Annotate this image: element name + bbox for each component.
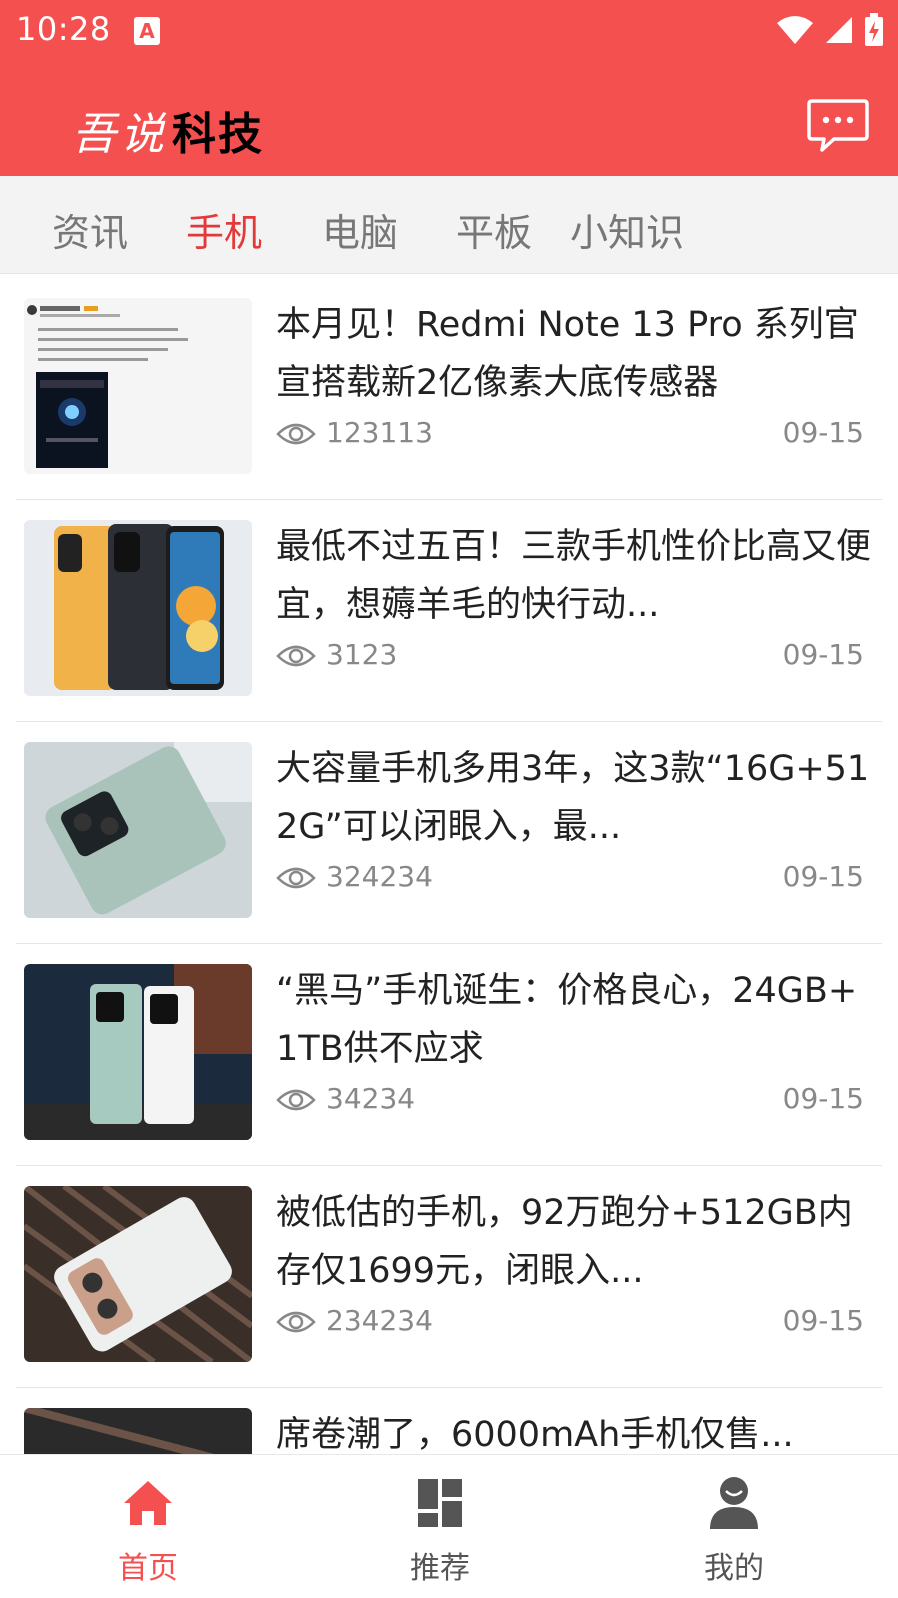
article-title: 大容量手机多用3年，这3款“16G+512G”可以闭眼入，最... xyxy=(276,749,870,847)
user-icon xyxy=(710,1477,758,1529)
signal-icon xyxy=(826,17,852,43)
article-title: 最低不过五百！三款手机性价比高又便宜，想薅羊毛的快行动... xyxy=(276,527,872,625)
brand-name-part2: 科技 xyxy=(172,109,264,160)
view-count: 234234 xyxy=(326,1304,433,1337)
article-item[interactable]: “黑马”手机诞生：价格良心，24GB+1TB供不应求 34234 09-15 xyxy=(16,940,882,1166)
article-item[interactable]: 最低不过五百！三款手机性价比高又便宜，想薅羊毛的快行动... 3123 09-1… xyxy=(16,496,882,722)
bottom-navigation: 首页 推荐 我的 xyxy=(0,1454,898,1598)
article-meta: 3123 09-15 xyxy=(276,638,876,678)
article-title: 被低估的手机，92万跑分+512GB内存仅1699元，闭眼入... xyxy=(276,1193,853,1291)
nav-recommend-label: 推荐 xyxy=(410,1551,470,1586)
nav-home-label: 首页 xyxy=(118,1551,178,1586)
article-item[interactable]: 本月见！Redmi Note 13 Pro 系列官宣搭载新2亿像素大底传感器 1… xyxy=(16,274,882,500)
article-date: 09-15 xyxy=(782,860,864,893)
status-bar: 10:28 A xyxy=(0,0,898,62)
article-meta: 234234 09-15 xyxy=(276,1304,876,1344)
view-count: 324234 xyxy=(326,860,433,893)
article-item[interactable]: 大容量手机多用3年，这3款“16G+512G”可以闭眼入，最... 324234… xyxy=(16,718,882,944)
article-list: 本月见！Redmi Note 13 Pro 系列官宣搭载新2亿像素大底传感器 1… xyxy=(0,274,898,1454)
tab-news[interactable]: 资讯 xyxy=(52,202,128,257)
eye-icon xyxy=(276,1089,316,1111)
article-date: 09-15 xyxy=(782,416,864,449)
brand-name-part1: 吾说 xyxy=(72,109,168,160)
app-bar: 吾说 科技 xyxy=(0,62,898,176)
article-thumbnail xyxy=(24,520,252,696)
article-date: 09-15 xyxy=(782,1082,864,1115)
view-count: 34234 xyxy=(326,1082,416,1115)
grid-icon xyxy=(418,1479,462,1527)
article-meta: 324234 09-15 xyxy=(276,860,876,900)
tab-phones[interactable]: 手机 xyxy=(186,202,262,257)
notification-badge: A xyxy=(134,17,160,45)
status-time: 10:28 xyxy=(16,10,111,48)
article-title: “黑马”手机诞生：价格良心，24GB+1TB供不应求 xyxy=(276,971,858,1069)
eye-icon xyxy=(276,1311,316,1333)
view-count: 3123 xyxy=(326,638,398,671)
article-thumbnail xyxy=(24,298,252,474)
article-date: 09-15 xyxy=(782,638,864,671)
article-item[interactable]: 被低估的手机，92万跑分+512GB内存仅1699元，闭眼入... 234234… xyxy=(16,1162,882,1388)
home-icon xyxy=(124,1481,172,1525)
nav-profile[interactable]: 我的 xyxy=(664,1473,804,1593)
tab-tablets[interactable]: 平板 xyxy=(456,202,532,257)
article-meta: 34234 09-15 xyxy=(276,1082,876,1122)
article-date: 09-15 xyxy=(782,1304,864,1337)
nav-recommend[interactable]: 推荐 xyxy=(370,1473,510,1593)
status-icons xyxy=(776,12,884,48)
eye-icon xyxy=(276,645,316,667)
category-tabs: 资讯 手机 电脑 平板 小知识 xyxy=(0,176,898,274)
article-item[interactable]: 席卷潮了，6000mAh手机仅售... xyxy=(16,1384,882,1454)
app-logo: 吾说 科技 xyxy=(72,98,264,160)
battery-icon xyxy=(865,13,883,46)
view-count: 123113 xyxy=(326,416,433,449)
tab-tips[interactable]: 小知识 xyxy=(570,202,684,257)
nav-profile-label: 我的 xyxy=(704,1551,764,1586)
tab-computers[interactable]: 电脑 xyxy=(322,202,398,257)
message-icon xyxy=(807,99,869,152)
article-title: 席卷潮了，6000mAh手机仅售... xyxy=(276,1415,794,1454)
eye-icon xyxy=(276,423,316,445)
article-thumbnail xyxy=(24,1186,252,1362)
article-thumbnail xyxy=(24,964,252,1140)
article-meta: 123113 09-15 xyxy=(276,416,876,456)
nav-home[interactable]: 首页 xyxy=(78,1473,218,1593)
wifi-icon xyxy=(777,16,813,44)
article-thumbnail xyxy=(24,742,252,918)
article-thumbnail xyxy=(24,1408,252,1454)
eye-icon xyxy=(276,867,316,889)
message-button[interactable] xyxy=(806,98,870,154)
article-title: 本月见！Redmi Note 13 Pro 系列官宣搭载新2亿像素大底传感器 xyxy=(276,305,859,403)
